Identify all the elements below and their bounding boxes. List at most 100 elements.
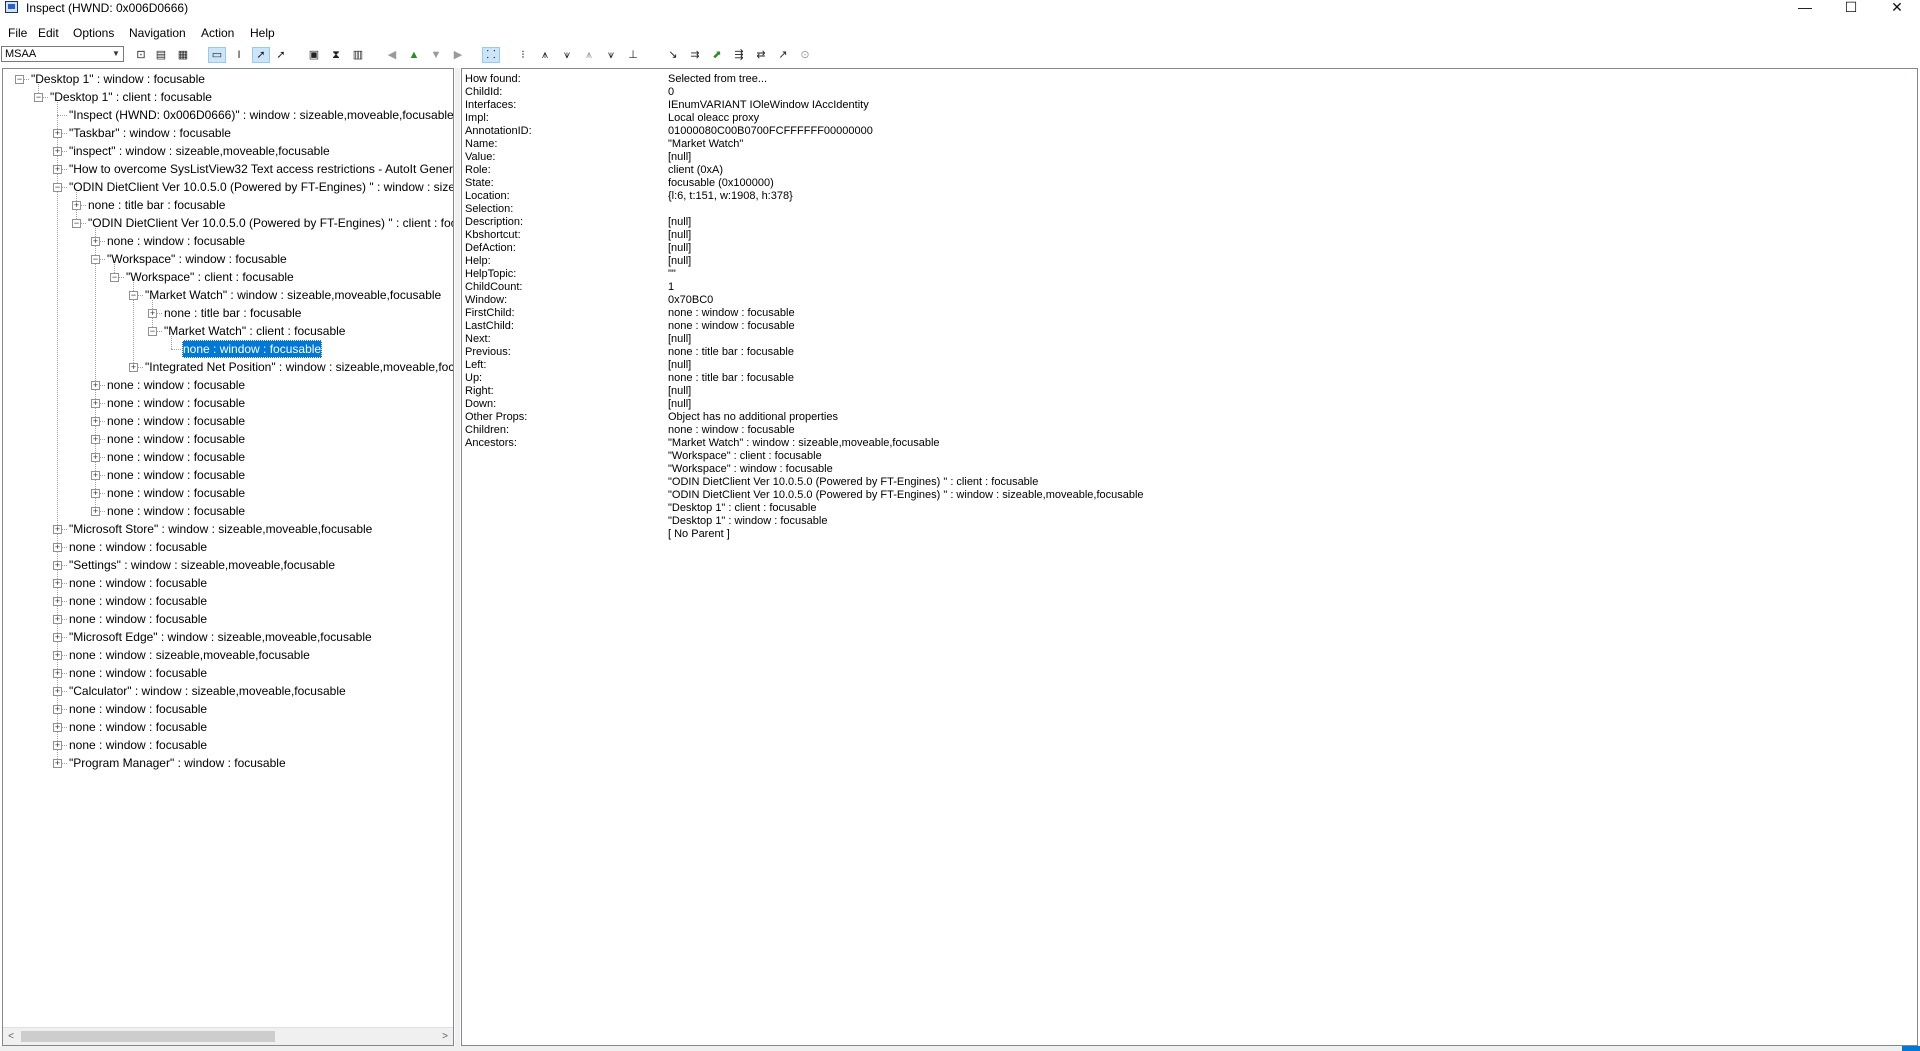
tree-item[interactable]: + "Program Manager" : window : focusable xyxy=(3,754,453,772)
expand-icon[interactable]: + xyxy=(148,309,157,318)
navigate-back-icon[interactable]: ◀ xyxy=(383,47,401,63)
tree-item[interactable]: + none : window : focusable xyxy=(3,376,453,394)
expand-icon[interactable]: + xyxy=(53,759,62,768)
tree-item[interactable]: + none : window : focusable xyxy=(3,574,453,592)
navigate-parent-icon[interactable]: ▲ xyxy=(405,47,423,63)
tree-view[interactable]: − "Desktop 1" : window : focusable − "Deskt… xyxy=(2,68,454,1046)
tree-item[interactable]: + none : window : focusable xyxy=(3,430,453,448)
tree-item[interactable]: + none : title bar : focusable xyxy=(3,196,453,214)
menu-navigation[interactable]: Navigation xyxy=(129,24,186,42)
expand-icon[interactable]: + xyxy=(53,723,62,732)
add-selection-icon[interactable]: ⇄ xyxy=(752,47,770,63)
close-button[interactable]: ✕ xyxy=(1874,0,1920,16)
collapse-icon[interactable]: − xyxy=(34,93,43,102)
expand-icon[interactable]: + xyxy=(53,741,62,750)
nav-prev-icon[interactable]: ⩚ xyxy=(580,47,598,63)
expand-icon[interactable]: + xyxy=(91,489,100,498)
show-highlight-rectangle-icon[interactable]: ▭ xyxy=(208,47,226,63)
nav-down-icon[interactable]: ⊥ xyxy=(624,47,642,63)
watch-caret-icon[interactable]: ▤ xyxy=(152,47,170,63)
menu-options[interactable]: Options xyxy=(73,24,114,42)
show-tree-icon[interactable]: ⸬ xyxy=(482,47,500,63)
menu-action[interactable]: Action xyxy=(201,24,234,42)
scroll-left-icon[interactable]: < xyxy=(3,1028,19,1045)
expand-icon[interactable]: + xyxy=(53,561,62,570)
nav-left-icon[interactable]: ⩚ xyxy=(536,47,554,63)
nav-up-icon[interactable]: ⁝ xyxy=(514,47,532,63)
highlight-icon[interactable]: ▣ xyxy=(305,47,323,63)
tree-item[interactable]: + "How to overcome SysListView32 Text acc… xyxy=(3,160,453,178)
tree-item[interactable]: + "Microsoft Store" : window : sizeable,m… xyxy=(3,520,453,538)
tree-item[interactable]: − "Desktop 1" : window : focusable xyxy=(3,70,453,88)
expand-icon[interactable]: + xyxy=(129,363,138,372)
tree-item[interactable]: + "Taskbar" : window : focusable xyxy=(3,124,453,142)
tree-item[interactable]: + none : window : focusable xyxy=(3,412,453,430)
tree-item[interactable]: − "ODIN DietClient Ver 10.0.5.0 (Powered … xyxy=(3,178,453,196)
scroll-right-icon[interactable]: > xyxy=(437,1028,453,1045)
tree-item[interactable]: + none : window : focusable xyxy=(3,592,453,610)
tree-item[interactable]: + none : window : focusable xyxy=(3,448,453,466)
expand-icon[interactable]: + xyxy=(53,687,62,696)
watch-cursor-icon[interactable]: ➚ xyxy=(252,47,270,63)
mode-select[interactable]: MSAA ▼ xyxy=(1,46,124,62)
collapse-icon[interactable]: − xyxy=(91,255,100,264)
tree-item[interactable]: + none : window : focusable xyxy=(3,718,453,736)
expand-icon[interactable]: + xyxy=(53,129,62,138)
tree-item[interactable]: + "Integrated Net Position" : window : si… xyxy=(3,358,453,376)
tree-item[interactable]: + "Calculator" : window : sizeable,moveab… xyxy=(3,682,453,700)
hourglass-icon[interactable]: ⧗ xyxy=(327,47,345,63)
tree-item[interactable]: − "Workspace" : client : focusable xyxy=(3,268,453,286)
tree-item[interactable]: − "ODIN DietClient Ver 10.0.5.0 (Powered … xyxy=(3,214,453,232)
expand-icon[interactable]: + xyxy=(91,435,100,444)
expand-icon[interactable]: + xyxy=(53,633,62,642)
minimize-button[interactable]: — xyxy=(1782,0,1828,16)
collapse-icon[interactable]: − xyxy=(110,273,119,282)
hover-icon[interactable]: ➚ xyxy=(272,47,290,63)
collapse-icon[interactable]: − xyxy=(53,183,62,192)
expand-icon[interactable]: + xyxy=(53,165,62,174)
pane-splitter[interactable] xyxy=(455,68,460,1046)
tree-item[interactable]: + none : title bar : focusable xyxy=(3,304,453,322)
tree-item[interactable]: + none : window : focusable xyxy=(3,232,453,250)
tree-item[interactable]: + none : window : focusable xyxy=(3,610,453,628)
collapse-icon[interactable]: − xyxy=(129,291,138,300)
expand-icon[interactable]: + xyxy=(72,201,81,210)
navigate-next-icon[interactable]: ▶ xyxy=(449,47,467,63)
expand-icon[interactable]: + xyxy=(91,453,100,462)
tree-item[interactable]: "Inspect (HWND: 0x006D0666)" : window : … xyxy=(3,106,453,124)
tree-item[interactable]: + none : window : focusable xyxy=(3,466,453,484)
do-default-action-icon[interactable]: ↘ xyxy=(664,47,682,63)
tree-item[interactable]: − "Workspace" : window : focusable xyxy=(3,250,453,268)
tree-item-selected[interactable]: none : window : focusable xyxy=(3,340,453,358)
tree-item[interactable]: + none : window : focusable xyxy=(3,736,453,754)
tree-item[interactable]: + none : window : focusable xyxy=(3,538,453,556)
tree-item[interactable]: + "Microsoft Edge" : window : sizeable,mo… xyxy=(3,628,453,646)
expand-icon[interactable]: + xyxy=(53,597,62,606)
expand-icon[interactable]: + xyxy=(91,471,100,480)
scrollbar-thumb[interactable] xyxy=(21,1031,275,1042)
expand-icon[interactable]: + xyxy=(91,507,100,516)
tree-item[interactable]: + none : window : focusable xyxy=(3,700,453,718)
menu-edit[interactable]: Edit xyxy=(38,24,59,42)
tree-item[interactable]: − "Market Watch" : window : sizeable,move… xyxy=(3,286,453,304)
maximize-button[interactable]: ☐ xyxy=(1828,0,1874,16)
expand-icon[interactable]: + xyxy=(53,525,62,534)
tree-item[interactable]: − "Desktop 1" : client : focusable xyxy=(3,88,453,106)
extend-selection-icon[interactable]: ⇶ xyxy=(730,47,748,63)
tree-item[interactable]: + none : window : focusable xyxy=(3,502,453,520)
nav-right-icon[interactable]: ⩛ xyxy=(558,47,576,63)
expand-icon[interactable]: + xyxy=(53,147,62,156)
tree-item[interactable]: + none : window : focusable xyxy=(3,394,453,412)
bookmark-icon[interactable]: ▥ xyxy=(349,47,367,63)
expand-icon[interactable]: + xyxy=(91,381,100,390)
expand-icon[interactable]: + xyxy=(53,669,62,678)
take-focus-icon[interactable]: ↗ xyxy=(774,47,792,63)
collapse-icon[interactable]: − xyxy=(15,75,24,84)
show-caret-icon[interactable]: Ι xyxy=(230,47,248,63)
focus-icon[interactable]: ⬈ xyxy=(708,47,726,63)
watch-tooltips-icon[interactable]: ▦ xyxy=(174,47,192,63)
expand-icon[interactable]: + xyxy=(53,615,62,624)
menu-help[interactable]: Help xyxy=(250,24,275,42)
collapse-icon[interactable]: − xyxy=(72,219,81,228)
expand-icon[interactable]: + xyxy=(53,651,62,660)
